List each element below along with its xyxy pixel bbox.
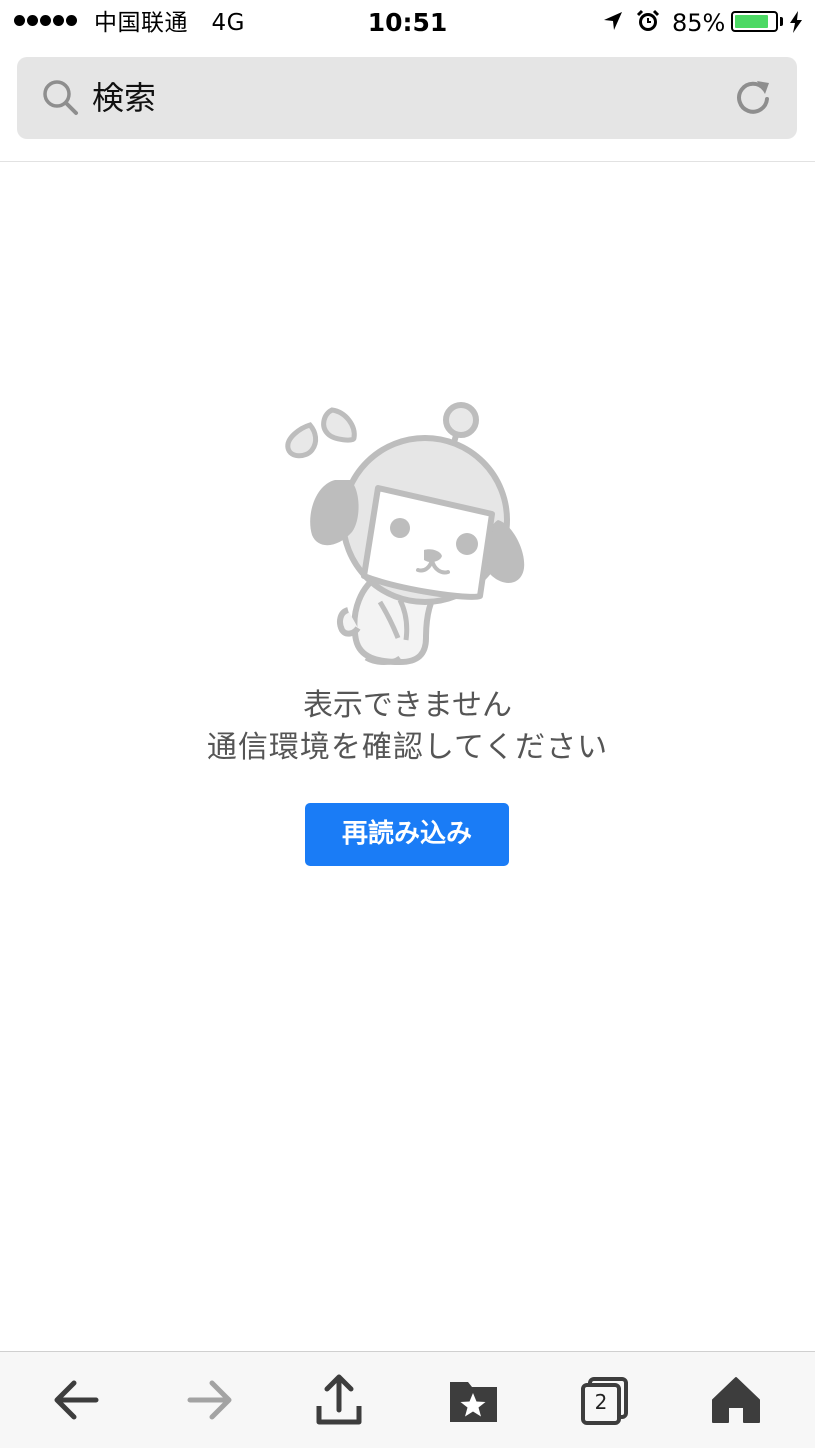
battery-icon — [731, 11, 778, 32]
reload-icon[interactable] — [733, 77, 773, 117]
reload-button[interactable]: 再読み込み — [305, 803, 509, 866]
bookmark-folder-star-icon[interactable] — [443, 1372, 503, 1428]
confused-dog-mascot-icon — [285, 402, 525, 666]
battery-nub — [780, 17, 783, 26]
share-icon[interactable] — [309, 1372, 369, 1428]
status-bar: 中国联通 4G 10:51 85% — [0, 0, 815, 46]
forward-arrow-icon[interactable] — [180, 1372, 240, 1428]
charging-bolt-icon — [790, 11, 802, 33]
back-arrow-icon[interactable] — [46, 1372, 106, 1428]
location-arrow-icon — [604, 12, 622, 30]
error-message: 通信環境を確認してください — [206, 730, 609, 765]
header-divider — [0, 161, 815, 162]
error-title: 表示できません — [302, 688, 513, 723]
tab-count: 2 — [594, 1390, 608, 1414]
search-icon — [43, 80, 78, 115]
home-icon[interactable] — [706, 1372, 766, 1428]
battery-percent: 85% — [672, 9, 726, 37]
bottom-toolbar — [0, 1351, 815, 1448]
alarm-clock-icon — [636, 9, 660, 31]
search-input[interactable]: 検索 — [92, 77, 156, 119]
